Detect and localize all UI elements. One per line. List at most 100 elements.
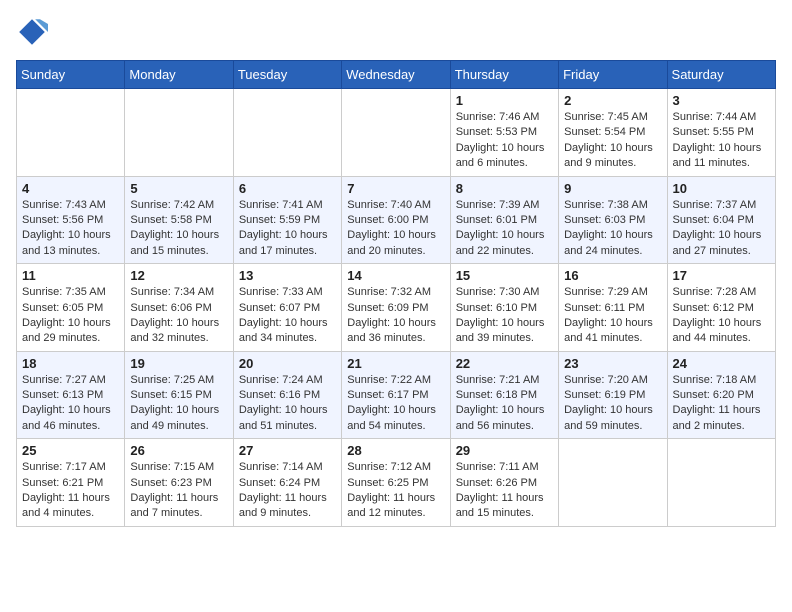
day-info: Sunrise: 7:25 AM Sunset: 6:15 PM Dayligh… xyxy=(130,373,227,435)
day-number: 8 xyxy=(456,181,553,196)
day-cell: 16Sunrise: 7:29 AM Sunset: 6:11 PM Dayli… xyxy=(559,264,667,352)
day-info: Sunrise: 7:15 AM Sunset: 6:23 PM Dayligh… xyxy=(130,460,227,522)
day-cell: 13 Sunrise: 7:33 AM Sunset: 6:07 PM Dayli… xyxy=(233,264,341,352)
col-header-tuesday: Tuesday xyxy=(233,61,341,89)
day-number: 27 xyxy=(239,443,336,458)
day-cell: 22 Sunrise: 7:21 AM Sunset: 6:18 PM Dayli… xyxy=(450,351,558,439)
day-number: 22 xyxy=(456,356,553,371)
col-header-saturday: Saturday xyxy=(667,61,775,89)
day-cell: 9 Sunrise: 7:38 AM Sunset: 6:03 PM Daylig… xyxy=(559,176,667,264)
day-cell: 5 Sunrise: 7:42 AM Sunset: 5:58 PM Daylig… xyxy=(125,176,233,264)
day-number: 10 xyxy=(673,181,770,196)
day-number: 12 xyxy=(130,268,227,283)
logo xyxy=(16,16,52,48)
day-number: 1 xyxy=(456,93,553,108)
day-info: Sunrise: 7:38 AM Sunset: 6:03 PM Dayligh… xyxy=(564,198,661,260)
day-info: Sunrise: 7:18 AM Sunset: 6:20 PM Dayligh… xyxy=(673,373,770,435)
day-cell: 19 Sunrise: 7:25 AM Sunset: 6:15 PM Dayli… xyxy=(125,351,233,439)
day-cell: 24 Sunrise: 7:18 AM Sunset: 6:20 PM Dayli… xyxy=(667,351,775,439)
col-header-monday: Monday xyxy=(125,61,233,89)
day-info: Sunrise: 7:32 AM Sunset: 6:09 PM Dayligh… xyxy=(347,285,444,347)
day-cell: 11Sunrise: 7:35 AM Sunset: 6:05 PM Dayli… xyxy=(17,264,125,352)
week-row-3: 11Sunrise: 7:35 AM Sunset: 6:05 PM Dayli… xyxy=(17,264,776,352)
day-number: 18 xyxy=(22,356,119,371)
calendar-header-row: SundayMondayTuesdayWednesdayThursdayFrid… xyxy=(17,61,776,89)
week-row-5: 25 Sunrise: 7:17 AM Sunset: 6:21 PM Dayli… xyxy=(17,439,776,527)
day-cell xyxy=(17,89,125,177)
day-cell: 23 Sunrise: 7:20 AM Sunset: 6:19 PM Dayli… xyxy=(559,351,667,439)
day-info: Sunrise: 7:44 AM Sunset: 5:55 PM Dayligh… xyxy=(673,110,770,172)
day-info: Sunrise: 7:24 AM Sunset: 6:16 PM Dayligh… xyxy=(239,373,336,435)
day-info: Sunrise: 7:12 AM Sunset: 6:25 PM Dayligh… xyxy=(347,460,444,522)
day-number: 13 xyxy=(239,268,336,283)
day-info: Sunrise: 7:20 AM Sunset: 6:19 PM Dayligh… xyxy=(564,373,661,435)
day-number: 2 xyxy=(564,93,661,108)
day-cell xyxy=(233,89,341,177)
day-cell: 18 Sunrise: 7:27 AM Sunset: 6:13 PM Dayli… xyxy=(17,351,125,439)
calendar-table: SundayMondayTuesdayWednesdayThursdayFrid… xyxy=(16,60,776,527)
day-info: Sunrise: 7:34 AM Sunset: 6:06 PM Dayligh… xyxy=(130,285,227,347)
col-header-sunday: Sunday xyxy=(17,61,125,89)
day-number: 7 xyxy=(347,181,444,196)
day-cell: 15Sunrise: 7:30 AM Sunset: 6:10 PM Dayli… xyxy=(450,264,558,352)
day-number: 6 xyxy=(239,181,336,196)
day-number: 3 xyxy=(673,93,770,108)
day-cell: 17 Sunrise: 7:28 AM Sunset: 6:12 PM Dayli… xyxy=(667,264,775,352)
day-number: 16 xyxy=(564,268,661,283)
day-number: 19 xyxy=(130,356,227,371)
day-cell: 8 Sunrise: 7:39 AM Sunset: 6:01 PM Daylig… xyxy=(450,176,558,264)
day-cell xyxy=(125,89,233,177)
day-cell xyxy=(559,439,667,527)
day-cell: 4Sunrise: 7:43 AM Sunset: 5:56 PM Daylig… xyxy=(17,176,125,264)
day-number: 29 xyxy=(456,443,553,458)
day-info: Sunrise: 7:33 AM Sunset: 6:07 PM Dayligh… xyxy=(239,285,336,347)
day-number: 24 xyxy=(673,356,770,371)
day-info: Sunrise: 7:11 AM Sunset: 6:26 PM Dayligh… xyxy=(456,460,553,522)
day-number: 15 xyxy=(456,268,553,283)
day-info: Sunrise: 7:37 AM Sunset: 6:04 PM Dayligh… xyxy=(673,198,770,260)
day-cell xyxy=(667,439,775,527)
day-info: Sunrise: 7:22 AM Sunset: 6:17 PM Dayligh… xyxy=(347,373,444,435)
day-cell: 27 Sunrise: 7:14 AM Sunset: 6:24 PM Dayli… xyxy=(233,439,341,527)
day-cell: 3 Sunrise: 7:44 AM Sunset: 5:55 PM Daylig… xyxy=(667,89,775,177)
day-info: Sunrise: 7:39 AM Sunset: 6:01 PM Dayligh… xyxy=(456,198,553,260)
day-number: 26 xyxy=(130,443,227,458)
day-cell: 10 Sunrise: 7:37 AM Sunset: 6:04 PM Dayli… xyxy=(667,176,775,264)
day-number: 25 xyxy=(22,443,119,458)
week-row-1: 1 Sunrise: 7:46 AM Sunset: 5:53 PM Daylig… xyxy=(17,89,776,177)
day-info: Sunrise: 7:14 AM Sunset: 6:24 PM Dayligh… xyxy=(239,460,336,522)
day-info: Sunrise: 7:40 AM Sunset: 6:00 PM Dayligh… xyxy=(347,198,444,260)
day-info: Sunrise: 7:42 AM Sunset: 5:58 PM Dayligh… xyxy=(130,198,227,260)
col-header-wednesday: Wednesday xyxy=(342,61,450,89)
day-number: 28 xyxy=(347,443,444,458)
day-cell: 6 Sunrise: 7:41 AM Sunset: 5:59 PM Daylig… xyxy=(233,176,341,264)
day-number: 14 xyxy=(347,268,444,283)
col-header-thursday: Thursday xyxy=(450,61,558,89)
day-info: Sunrise: 7:35 AM Sunset: 6:05 PM Dayligh… xyxy=(22,285,119,347)
day-cell: 2 Sunrise: 7:45 AM Sunset: 5:54 PM Daylig… xyxy=(559,89,667,177)
day-cell: 20 Sunrise: 7:24 AM Sunset: 6:16 PM Dayli… xyxy=(233,351,341,439)
logo-icon xyxy=(16,16,48,48)
day-cell: 26 Sunrise: 7:15 AM Sunset: 6:23 PM Dayli… xyxy=(125,439,233,527)
day-info: Sunrise: 7:28 AM Sunset: 6:12 PM Dayligh… xyxy=(673,285,770,347)
day-cell: 25 Sunrise: 7:17 AM Sunset: 6:21 PM Dayli… xyxy=(17,439,125,527)
day-number: 5 xyxy=(130,181,227,196)
day-info: Sunrise: 7:17 AM Sunset: 6:21 PM Dayligh… xyxy=(22,460,119,522)
day-number: 21 xyxy=(347,356,444,371)
day-number: 9 xyxy=(564,181,661,196)
week-row-4: 18 Sunrise: 7:27 AM Sunset: 6:13 PM Dayli… xyxy=(17,351,776,439)
page-header xyxy=(16,16,776,48)
day-info: Sunrise: 7:41 AM Sunset: 5:59 PM Dayligh… xyxy=(239,198,336,260)
day-cell xyxy=(342,89,450,177)
day-info: Sunrise: 7:27 AM Sunset: 6:13 PM Dayligh… xyxy=(22,373,119,435)
day-cell: 21 Sunrise: 7:22 AM Sunset: 6:17 PM Dayli… xyxy=(342,351,450,439)
week-row-2: 4Sunrise: 7:43 AM Sunset: 5:56 PM Daylig… xyxy=(17,176,776,264)
day-info: Sunrise: 7:21 AM Sunset: 6:18 PM Dayligh… xyxy=(456,373,553,435)
day-number: 20 xyxy=(239,356,336,371)
day-number: 17 xyxy=(673,268,770,283)
day-cell: 12 Sunrise: 7:34 AM Sunset: 6:06 PM Dayli… xyxy=(125,264,233,352)
day-info: Sunrise: 7:46 AM Sunset: 5:53 PM Dayligh… xyxy=(456,110,553,172)
col-header-friday: Friday xyxy=(559,61,667,89)
day-info: Sunrise: 7:45 AM Sunset: 5:54 PM Dayligh… xyxy=(564,110,661,172)
day-number: 23 xyxy=(564,356,661,371)
